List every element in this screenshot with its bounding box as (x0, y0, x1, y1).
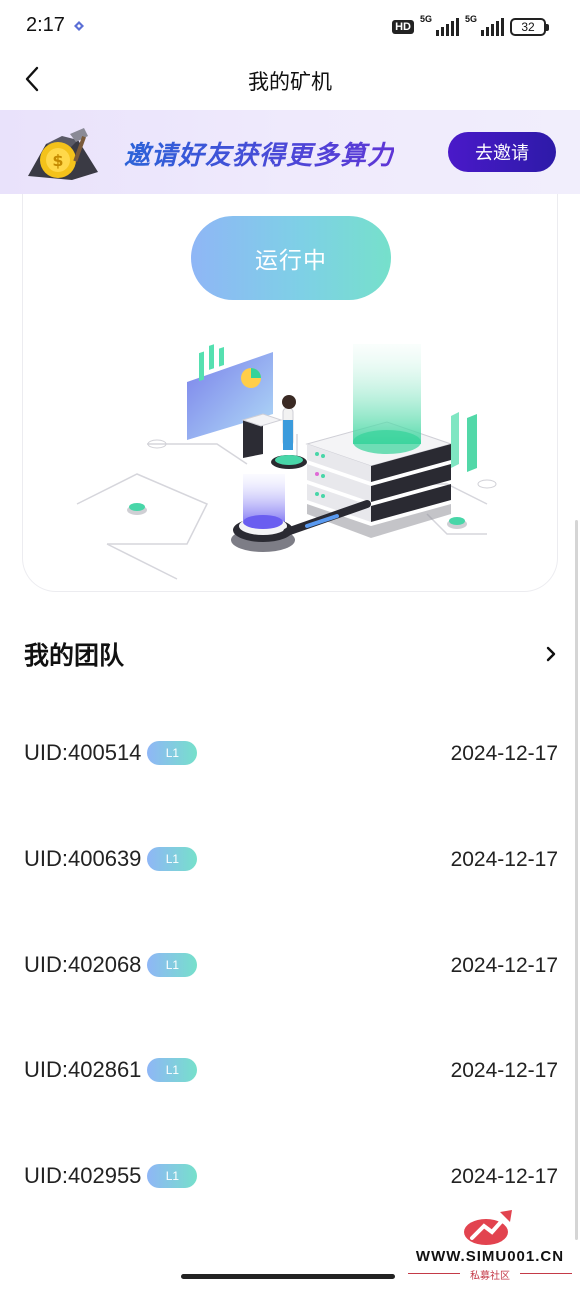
watermark-subtitle: 私募社区 (470, 1271, 510, 1282)
my-team-header[interactable]: 我的团队 (24, 636, 560, 676)
level-badge: L1 (147, 1164, 198, 1188)
team-member-row[interactable]: UID:400514 L1 2024-12-17 (24, 700, 558, 806)
nav-bar: 我的矿机 (0, 52, 580, 108)
invite-button[interactable]: 去邀请 (448, 132, 556, 172)
miner-card: 运行中 (22, 194, 558, 592)
member-uid: UID:402068 L1 (24, 952, 198, 978)
member-join-date: 2024-12-17 (450, 1059, 558, 1083)
member-uid: UID:400639 L1 (24, 846, 198, 872)
member-join-date: 2024-12-17 (450, 742, 558, 765)
status-bar: 2:17 HD 5G 5G 32 (0, 0, 580, 52)
scrollbar[interactable] (575, 520, 578, 1240)
banner-text: 邀请好友获得更多算力 (124, 135, 394, 172)
level-badge: L1 (147, 846, 198, 871)
member-join-date: 2024-12-17 (450, 953, 558, 977)
level-badge: L1 (147, 1058, 198, 1083)
app-notification-icon (74, 21, 84, 31)
watermark-logo-icon (464, 1210, 512, 1245)
page-title: 我的矿机 (248, 70, 332, 94)
team-member-row[interactable]: UID:402068 L1 2024-12-17 (24, 912, 558, 1018)
member-uid: UID:402861 L1 (24, 1057, 198, 1083)
member-uid: UID:400514 L1 (24, 740, 198, 766)
level-badge: L1 (147, 952, 198, 977)
home-indicator[interactable] (181, 1274, 395, 1279)
member-join-date: 2024-12-17 (450, 847, 558, 871)
member-uid: UID:402955 L1 (24, 1163, 198, 1189)
watermark-url: WWW.SIMU001.CN (415, 1248, 565, 1265)
site-watermark: WWW.SIMU001.CN 私募社区 (402, 1206, 578, 1284)
chevron-right-icon[interactable] (544, 644, 558, 664)
watermark-divider (520, 1273, 572, 1274)
team-member-list: UID:400514 L1 2024-12-17 UID:400639 L1 202… (24, 700, 558, 1229)
level-badge: L1 (147, 741, 198, 765)
team-title: 我的团队 (24, 641, 125, 670)
signal-icon: 5G (420, 14, 459, 36)
hd-voice-icon: HD (392, 20, 414, 34)
team-member-row[interactable]: UID:402861 L1 2024-12-17 (24, 1017, 558, 1123)
status-time: 2:17 (26, 14, 65, 36)
svg-text:$: $ (52, 151, 63, 170)
miner-status-badge: 运行中 (191, 216, 391, 300)
signal-icon-2: 5G (465, 14, 504, 36)
battery-icon: 32 (510, 18, 549, 36)
member-join-date: 2024-12-17 (450, 1165, 558, 1188)
mining-server-illustration (76, 344, 497, 580)
invite-banner[interactable]: $ 邀请好友获得更多算力 去邀请 (0, 110, 580, 194)
mining-coin-icon: $ (28, 128, 98, 180)
team-member-row[interactable]: UID:400639 L1 2024-12-17 (24, 806, 558, 912)
status-icons: HD 5G 5G 32 (392, 14, 549, 38)
